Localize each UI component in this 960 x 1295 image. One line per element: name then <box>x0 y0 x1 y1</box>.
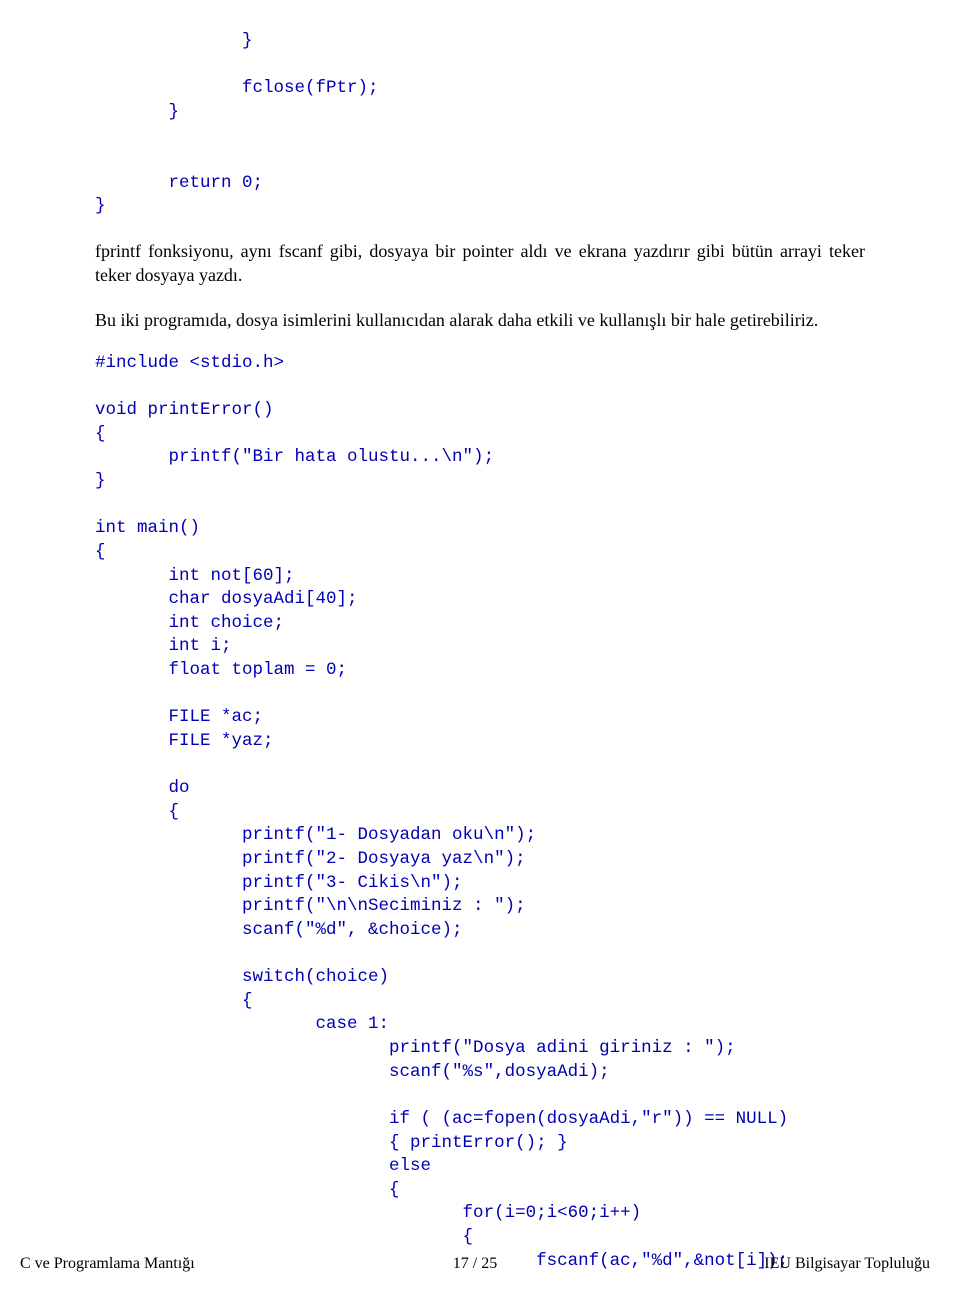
paragraph-2: Bu iki programıda, dosya isimlerini kull… <box>95 308 865 332</box>
code-block-top: } fclose(fPtr); } return 0; } <box>95 30 865 219</box>
code-block-main: #include <stdio.h> void printError() { p… <box>95 352 865 1273</box>
footer-left: C ve Programlama Mantığı <box>20 1255 323 1273</box>
footer-right: IEU Bilgisayar Topluluğu <box>627 1255 930 1273</box>
footer-page-number: 17 / 25 <box>323 1255 626 1273</box>
page-footer: C ve Programlama Mantığı 17 / 25 IEU Bil… <box>0 1255 960 1273</box>
paragraph-1: fprintf fonksiyonu, aynı fscanf gibi, do… <box>95 239 865 288</box>
